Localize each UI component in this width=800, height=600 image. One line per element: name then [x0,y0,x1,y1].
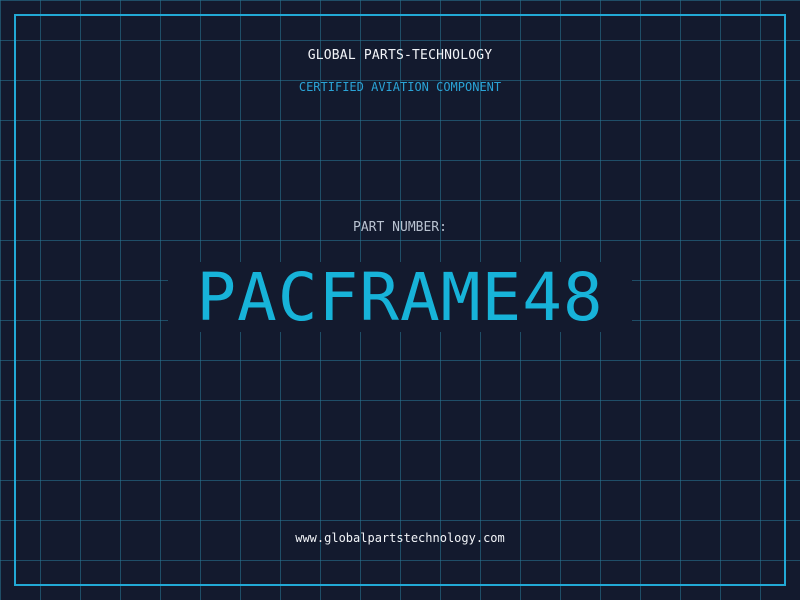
part-number-value: PACFRAME48 [196,259,604,336]
company-name: GLOBAL PARTS-TECHNOLOGY [307,48,493,63]
certification-subtitle: CERTIFIED AVIATION COMPONENT [298,80,502,94]
part-number-label: PART NUMBER: [353,220,447,235]
website-url: www.globalpartstechnology.com [295,531,505,545]
